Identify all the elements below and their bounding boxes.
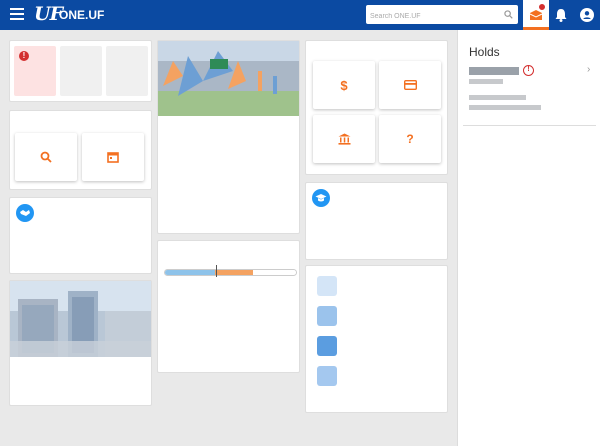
schedule-card xyxy=(305,265,448,413)
alert-tile[interactable]: ! xyxy=(14,46,56,96)
academics-card xyxy=(305,182,448,260)
placeholder-tile xyxy=(60,46,102,96)
campus-building-image xyxy=(10,281,151,357)
bank-icon xyxy=(338,133,350,145)
color-swatch xyxy=(317,336,337,356)
campus-building-card xyxy=(9,280,152,406)
app-title[interactable]: ONE.UF xyxy=(59,8,104,22)
stadium-card xyxy=(157,40,300,234)
menu-icon[interactable] xyxy=(10,8,24,20)
progress-segment-completed xyxy=(165,270,215,275)
divider xyxy=(463,125,596,126)
search-input[interactable] xyxy=(366,7,496,26)
calendar-tile[interactable] xyxy=(82,133,144,181)
hold-title-placeholder xyxy=(469,67,519,75)
color-swatch xyxy=(317,306,337,326)
dollar-icon: $ xyxy=(340,77,348,93)
placeholder-tile xyxy=(106,46,148,96)
bell-icon[interactable] xyxy=(553,7,569,23)
graduation-cap-icon xyxy=(312,189,330,207)
help-icon: ? xyxy=(406,132,414,146)
financial-button[interactable]: $ xyxy=(313,61,375,109)
search-tile[interactable] xyxy=(15,133,77,181)
hold-detail-placeholder xyxy=(469,95,526,100)
services-card xyxy=(9,197,152,274)
progress-segment-remaining xyxy=(252,270,296,275)
handshake-icon xyxy=(16,204,34,222)
search-tools-card xyxy=(9,110,152,190)
holds-panel: Holds ! › xyxy=(457,30,600,446)
search-icon[interactable] xyxy=(504,10,513,19)
hold-subtitle-placeholder xyxy=(469,79,503,84)
quick-links-card: $ ? xyxy=(305,40,448,175)
notification-badge xyxy=(538,3,546,11)
top-bar: UF ONE.UF xyxy=(0,0,600,30)
bank-button[interactable] xyxy=(313,115,375,163)
hold-detail-placeholder xyxy=(469,105,541,110)
account-icon[interactable] xyxy=(579,7,595,23)
payment-button[interactable] xyxy=(379,61,441,109)
search-box[interactable] xyxy=(366,5,518,26)
alerts-card: ! xyxy=(9,40,152,102)
progress-segment-in-progress xyxy=(214,270,253,275)
degree-progress-card xyxy=(157,240,300,373)
search-icon xyxy=(40,151,52,163)
hold-item[interactable]: ! › xyxy=(458,62,600,112)
degree-progress-bar xyxy=(164,269,297,276)
holds-title: Holds xyxy=(469,45,500,59)
stadium-image xyxy=(158,41,299,116)
warning-icon: ! xyxy=(523,65,534,76)
progress-marker xyxy=(216,265,217,277)
color-swatch xyxy=(317,366,337,386)
uf-logo[interactable]: UF xyxy=(34,3,63,25)
credit-card-icon xyxy=(403,80,417,90)
chevron-right-icon: › xyxy=(587,64,591,75)
help-button[interactable]: ? xyxy=(379,115,441,163)
alert-icon: ! xyxy=(19,51,29,61)
inbox-button[interactable] xyxy=(523,0,549,30)
calendar-icon xyxy=(107,152,119,163)
color-swatch xyxy=(317,276,337,296)
